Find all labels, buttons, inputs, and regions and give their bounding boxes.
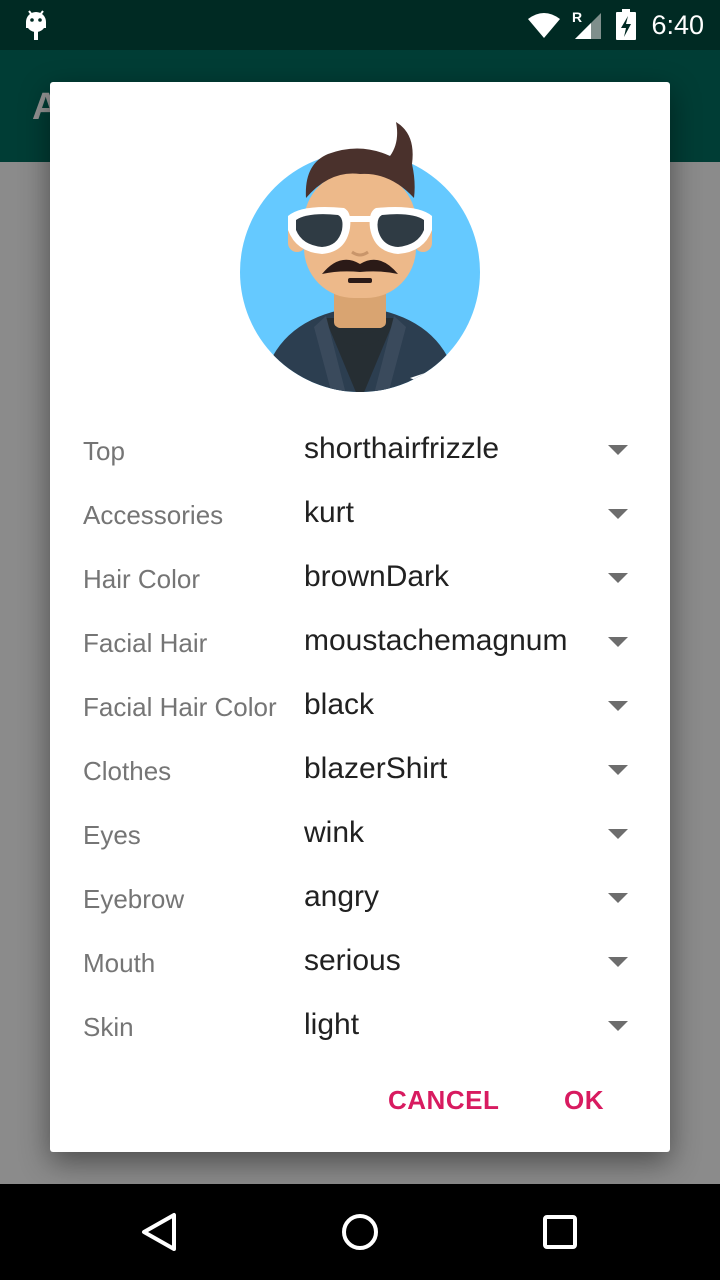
skin-label: Skin bbox=[83, 1012, 134, 1042]
facial-hair-color-label: Facial Hair Color bbox=[83, 692, 277, 722]
clothes-value: blazerShirt bbox=[304, 752, 448, 785]
option-row-eyes: Eyes wink bbox=[50, 802, 670, 866]
android-debug-icon bbox=[26, 10, 46, 40]
skin-dropdown[interactable]: light bbox=[304, 994, 644, 1042]
option-row-facial-hair: Facial Hair moustachemagnum bbox=[50, 610, 670, 674]
eyes-label: Eyes bbox=[83, 820, 141, 850]
dropdown-arrow-icon bbox=[608, 829, 628, 839]
roaming-indicator: R bbox=[572, 9, 582, 25]
battery-charging-icon bbox=[616, 9, 637, 40]
facial-hair-label: Facial Hair bbox=[83, 628, 208, 658]
eyes-dropdown[interactable]: wink bbox=[304, 802, 644, 866]
top-label: Top bbox=[83, 436, 125, 466]
eyebrow-value: angry bbox=[304, 880, 380, 913]
facial-hair-color-dropdown[interactable]: black bbox=[304, 674, 644, 738]
mouth-dropdown[interactable]: serious bbox=[304, 930, 644, 994]
hair-color-dropdown[interactable]: brownDark bbox=[304, 546, 644, 610]
dropdown-arrow-icon bbox=[608, 573, 628, 583]
avatar-preview bbox=[240, 122, 480, 392]
accessories-value: kurt bbox=[304, 496, 355, 529]
home-icon[interactable] bbox=[338, 1210, 382, 1254]
facial-hair-value: moustachemagnum bbox=[304, 624, 568, 657]
clothes-dropdown[interactable]: blazerShirt bbox=[304, 738, 644, 802]
ok-button[interactable]: OK bbox=[564, 1072, 604, 1128]
mouth-label: Mouth bbox=[83, 948, 156, 978]
navigation-bar bbox=[0, 1184, 720, 1280]
options-list: Top shorthairfrizzle Accessories kurt Ha… bbox=[50, 418, 670, 1042]
eyebrow-dropdown[interactable]: angry bbox=[304, 866, 644, 930]
option-row-top: Top shorthairfrizzle bbox=[50, 418, 670, 482]
mouth-value: serious bbox=[304, 944, 401, 977]
cancel-button[interactable]: CANCEL bbox=[388, 1072, 499, 1128]
recent-apps-icon[interactable] bbox=[538, 1210, 582, 1254]
dropdown-arrow-icon bbox=[608, 957, 628, 967]
skin-value: light bbox=[304, 1008, 360, 1041]
option-row-accessories: Accessories kurt bbox=[50, 482, 670, 546]
dropdown-arrow-icon bbox=[608, 1021, 628, 1031]
dropdown-arrow-icon bbox=[608, 445, 628, 455]
top-value: shorthairfrizzle bbox=[304, 432, 500, 465]
option-row-hair-color: Hair Color brownDark bbox=[50, 546, 670, 610]
option-row-mouth: Mouth serious bbox=[50, 930, 670, 994]
option-row-facial-hair-color: Facial Hair Color black bbox=[50, 674, 670, 738]
option-row-skin: Skin light bbox=[50, 994, 670, 1042]
dropdown-arrow-icon bbox=[608, 509, 628, 519]
clock: 6:40 bbox=[651, 9, 704, 40]
back-icon[interactable] bbox=[138, 1210, 182, 1254]
dropdown-arrow-icon bbox=[608, 701, 628, 711]
top-dropdown[interactable]: shorthairfrizzle bbox=[304, 418, 644, 482]
option-row-eyebrow: Eyebrow angry bbox=[50, 866, 670, 930]
dropdown-arrow-icon bbox=[608, 765, 628, 775]
avatar-customize-dialog: Top shorthairfrizzle Accessories kurt Ha… bbox=[50, 82, 670, 1152]
dropdown-arrow-icon bbox=[608, 637, 628, 647]
accessories-label: Accessories bbox=[83, 500, 224, 530]
status-bar: R 6:40 bbox=[0, 0, 720, 50]
dropdown-arrow-icon bbox=[608, 893, 628, 903]
accessories-dropdown[interactable]: kurt bbox=[304, 482, 644, 546]
eyebrow-label: Eyebrow bbox=[83, 884, 185, 914]
dialog-actions: CANCEL OK bbox=[50, 1072, 670, 1128]
wifi-icon bbox=[528, 13, 561, 38]
clothes-label: Clothes bbox=[83, 756, 172, 786]
hair-color-value: brownDark bbox=[304, 560, 450, 593]
eyes-value: wink bbox=[304, 816, 365, 849]
option-row-clothes: Clothes blazerShirt bbox=[50, 738, 670, 802]
cell-signal-icon: R bbox=[572, 9, 602, 39]
facial-hair-dropdown[interactable]: moustachemagnum bbox=[304, 610, 644, 674]
hair-color-label: Hair Color bbox=[83, 564, 201, 594]
facial-hair-color-value: black bbox=[304, 688, 375, 721]
